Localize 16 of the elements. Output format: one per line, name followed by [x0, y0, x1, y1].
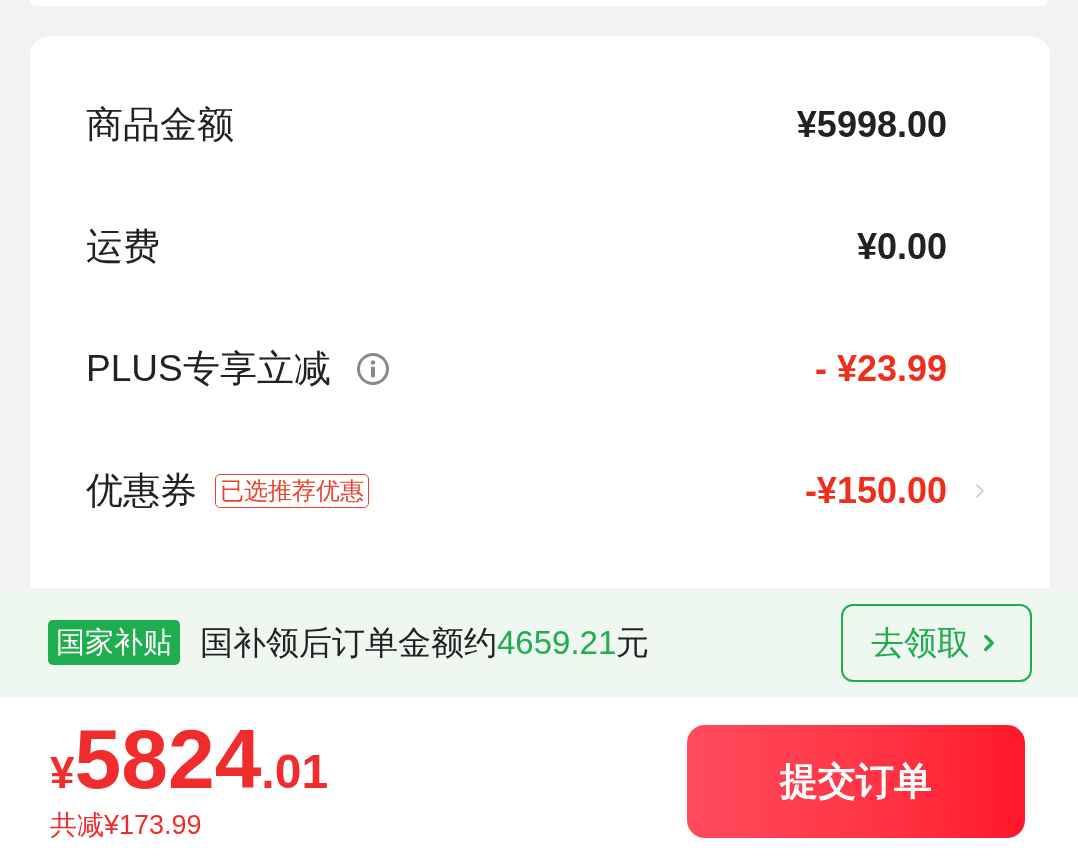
info-icon[interactable]: [356, 353, 389, 385]
savings-text: 共减¥173.99: [50, 809, 203, 843]
subsidy-text: 国补领后订单金额约4659.21元: [200, 622, 650, 663]
row-amount: ¥5998.00: [796, 103, 947, 147]
subsidy-badge: 国家补贴: [48, 620, 180, 665]
row-amount: -¥150.00: [804, 469, 947, 513]
coupon-tag: 已选推荐优惠: [215, 474, 369, 508]
claim-button[interactable]: 去领取: [841, 603, 1032, 682]
row-label: 优惠券: [86, 469, 197, 514]
total-price: ¥5824.01: [50, 717, 329, 802]
row-label: PLUS专享立减: [86, 347, 331, 392]
row-label: 运费: [86, 225, 160, 270]
row-amount: ¥0.00: [856, 225, 947, 269]
submit-order-button[interactable]: 提交订单: [687, 725, 1025, 838]
row-amount: - ¥23.99: [814, 347, 947, 391]
row-label: 商品金额: [86, 103, 234, 148]
